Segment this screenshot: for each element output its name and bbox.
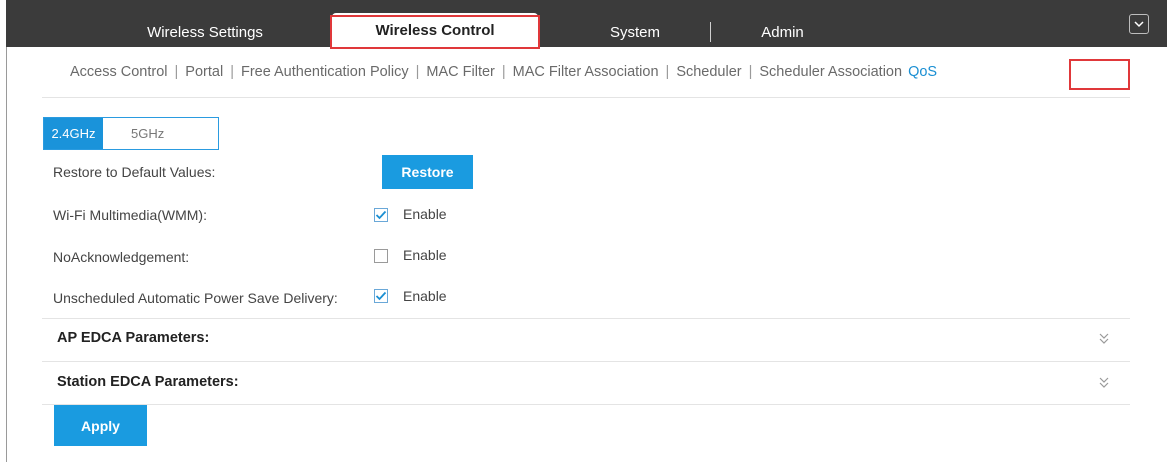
subnav-portal[interactable]: Portal bbox=[185, 64, 223, 80]
check-icon bbox=[375, 210, 387, 220]
divider bbox=[42, 97, 1130, 98]
subnav-separator: | bbox=[748, 64, 753, 80]
subnav-scheduler-association[interactable]: Scheduler Association bbox=[759, 64, 902, 80]
uapsd-checkbox[interactable] bbox=[374, 289, 388, 303]
uapsd-label: Unscheduled Automatic Power Save Deliver… bbox=[53, 290, 338, 306]
subnav-mac-filter[interactable]: MAC Filter bbox=[426, 64, 494, 80]
band-2-4ghz-button[interactable]: 2.4GHz bbox=[44, 118, 103, 149]
subnav-access-control[interactable]: Access Control bbox=[70, 64, 168, 80]
subnav-free-auth-policy[interactable]: Free Authentication Policy bbox=[241, 64, 409, 80]
subnav-separator: | bbox=[230, 64, 234, 80]
menu-dropdown-button[interactable] bbox=[1129, 14, 1149, 34]
subnav-scheduler[interactable]: Scheduler bbox=[676, 64, 741, 80]
restore-label: Restore to Default Values: bbox=[53, 164, 216, 180]
subnav-separator: | bbox=[174, 64, 179, 80]
ap-edca-section-title[interactable]: AP EDCA Parameters: bbox=[57, 330, 209, 346]
noack-enable-label: Enable bbox=[403, 247, 447, 263]
subnav-qos[interactable]: QoS bbox=[908, 64, 937, 80]
station-edca-section-title[interactable]: Station EDCA Parameters: bbox=[57, 374, 239, 390]
divider bbox=[42, 318, 1130, 319]
divider bbox=[42, 361, 1130, 362]
subnav-separator: | bbox=[501, 64, 506, 80]
noack-label: NoAcknowledgement: bbox=[53, 249, 190, 265]
double-chevron-down-icon[interactable] bbox=[1098, 376, 1110, 390]
wmm-checkbox[interactable] bbox=[374, 208, 388, 222]
tab-divider bbox=[710, 22, 711, 42]
divider bbox=[42, 404, 1130, 405]
wmm-enable-label: Enable bbox=[403, 206, 447, 222]
double-chevron-down-icon[interactable] bbox=[1098, 332, 1110, 346]
apply-button[interactable]: Apply bbox=[54, 405, 147, 446]
tab-wireless-settings[interactable]: Wireless Settings bbox=[121, 17, 289, 47]
restore-button[interactable]: Restore bbox=[382, 155, 473, 189]
uapsd-enable-label: Enable bbox=[403, 288, 447, 304]
subnav-separator: | bbox=[665, 64, 670, 80]
band-5ghz-button[interactable]: 5GHz bbox=[103, 118, 218, 149]
tab-system[interactable]: System bbox=[590, 17, 680, 47]
subnav-separator: | bbox=[415, 64, 420, 80]
band-selector: 2.4GHz 5GHz bbox=[43, 117, 219, 150]
check-icon bbox=[375, 291, 387, 301]
tab-highlight-box bbox=[330, 15, 540, 49]
subnav-mac-filter-association[interactable]: MAC Filter Association bbox=[513, 64, 659, 80]
chevron-down-icon bbox=[1134, 21, 1144, 28]
sub-nav: Access Control | Portal | Free Authentic… bbox=[70, 64, 937, 80]
qos-highlight-box bbox=[1069, 59, 1130, 90]
wmm-label: Wi-Fi Multimedia(WMM): bbox=[53, 207, 207, 223]
tab-admin[interactable]: Admin bbox=[740, 17, 825, 47]
noack-checkbox[interactable] bbox=[374, 249, 388, 263]
